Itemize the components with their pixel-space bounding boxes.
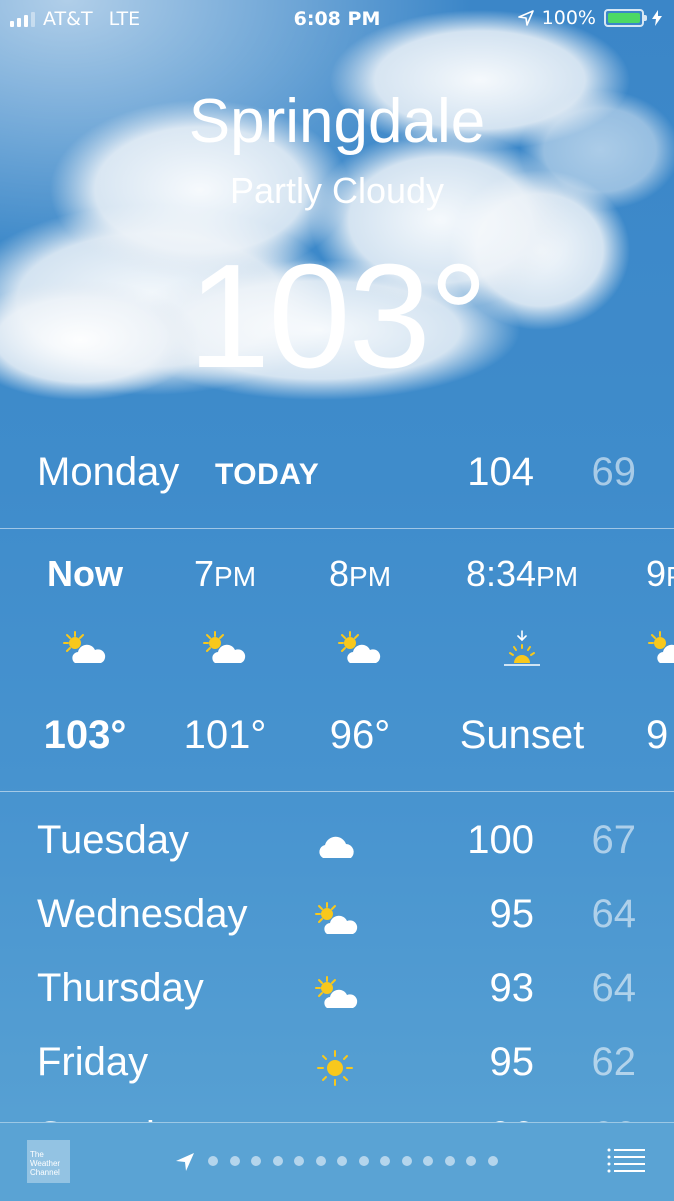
daily-day: Tuesday	[37, 818, 189, 862]
daily-low: 64	[591, 892, 637, 936]
today-high: 104	[467, 450, 534, 494]
daily-high: 100	[467, 818, 534, 862]
today-row: Monday TODAY 104 69	[0, 444, 674, 528]
daily-high: 95	[489, 1040, 535, 1084]
partly-cloudy-icon	[315, 976, 358, 1008]
today-label: TODAY	[215, 458, 320, 491]
current-condition: Partly Cloudy	[229, 170, 445, 211]
daily-low: 62	[591, 1040, 637, 1084]
hour-time: 9	[646, 553, 667, 594]
page-dot[interactable]	[294, 1156, 304, 1166]
page-dot[interactable]	[251, 1156, 261, 1166]
hourly-forecast[interactable]: Now 103° 7PM 101° 8PM 96° 8:34PM Sunset …	[0, 529, 674, 791]
hour-temperature: 96°	[329, 713, 391, 757]
today-low: 69	[591, 450, 637, 494]
hour-temperature: 103°	[43, 713, 127, 757]
daily-day: Friday	[37, 1040, 149, 1084]
page-dot[interactable]	[423, 1156, 433, 1166]
page-dot[interactable]	[487, 1156, 498, 1166]
daily-forecast[interactable]: Tuesday 100 67 Wednesday 95 64 Thursday …	[0, 792, 674, 1122]
daily-row: Wednesday 95 64	[0, 874, 674, 948]
hour-temperature: Sunset	[459, 713, 585, 757]
daily-low: 66	[592, 1114, 637, 1122]
daily-row: Thursday 93 64	[0, 948, 674, 1022]
battery-icon	[604, 9, 647, 27]
hour-temperature: 101°	[183, 713, 267, 757]
daily-day: Wednesday	[37, 892, 248, 936]
page-dot[interactable]	[444, 1156, 455, 1166]
charging-bolt-icon	[652, 10, 662, 26]
daily-high: 96	[490, 1114, 535, 1122]
page-dot[interactable]	[380, 1156, 390, 1166]
partly-cloudy-icon	[648, 631, 674, 663]
location-arrow-icon	[517, 10, 534, 26]
page-dot[interactable]	[229, 1156, 240, 1166]
daily-row: Saturday 96 66	[0, 1096, 674, 1122]
page-dot[interactable]	[272, 1156, 283, 1166]
daily-low: 67	[591, 818, 637, 862]
hour-time-suffix: PM	[349, 561, 392, 592]
current-temperature: 103°	[187, 234, 488, 399]
bottom-toolbar: The Weather Channel	[0, 1122, 674, 1201]
daily-row: Friday 95 62	[0, 1022, 674, 1096]
partly-cloudy-icon	[315, 902, 358, 934]
partly-cloudy-icon	[203, 631, 246, 663]
status-bar: AT&T LTE 6:08 PM 100%	[0, 0, 674, 40]
hour-time: 7	[193, 553, 215, 594]
page-indicator[interactable]	[208, 1156, 498, 1166]
daily-high: 95	[489, 892, 535, 936]
page-dot[interactable]	[401, 1156, 412, 1166]
today-day: Monday	[37, 450, 180, 494]
daily-day: Thursday	[37, 966, 204, 1010]
current-location-icon[interactable]	[174, 1151, 196, 1173]
hour-temperature: 9	[646, 713, 669, 757]
hour-time: 8	[328, 553, 350, 594]
daily-high: 93	[489, 966, 535, 1010]
sunset-icon	[504, 630, 540, 666]
page-dot[interactable]	[208, 1156, 218, 1166]
hour-time: Now	[47, 553, 123, 594]
daily-low: 64	[591, 966, 637, 1010]
daily-row: Tuesday 100 67	[0, 800, 674, 874]
page-dot[interactable]	[337, 1156, 347, 1166]
city-name: Springdale	[188, 87, 486, 156]
page-dot[interactable]	[466, 1156, 476, 1166]
battery-percent: 100%	[541, 7, 596, 29]
weather-channel-logo[interactable]: The Weather Channel	[27, 1140, 70, 1183]
sun-icon	[317, 1050, 353, 1086]
cloud-icon	[319, 836, 354, 858]
daily-day: Saturday	[37, 1114, 197, 1122]
hour-time-suffix: PM	[536, 561, 579, 592]
page-dot[interactable]	[315, 1156, 326, 1166]
partly-cloudy-icon	[338, 631, 381, 663]
hour-time-suffix: PM	[214, 561, 257, 592]
partly-cloudy-icon	[63, 631, 106, 663]
page-dot[interactable]	[358, 1156, 369, 1166]
hour-time: 8:34	[465, 553, 537, 594]
city-list-icon[interactable]	[606, 1147, 646, 1175]
hour-time-suffix: PM	[666, 561, 674, 592]
